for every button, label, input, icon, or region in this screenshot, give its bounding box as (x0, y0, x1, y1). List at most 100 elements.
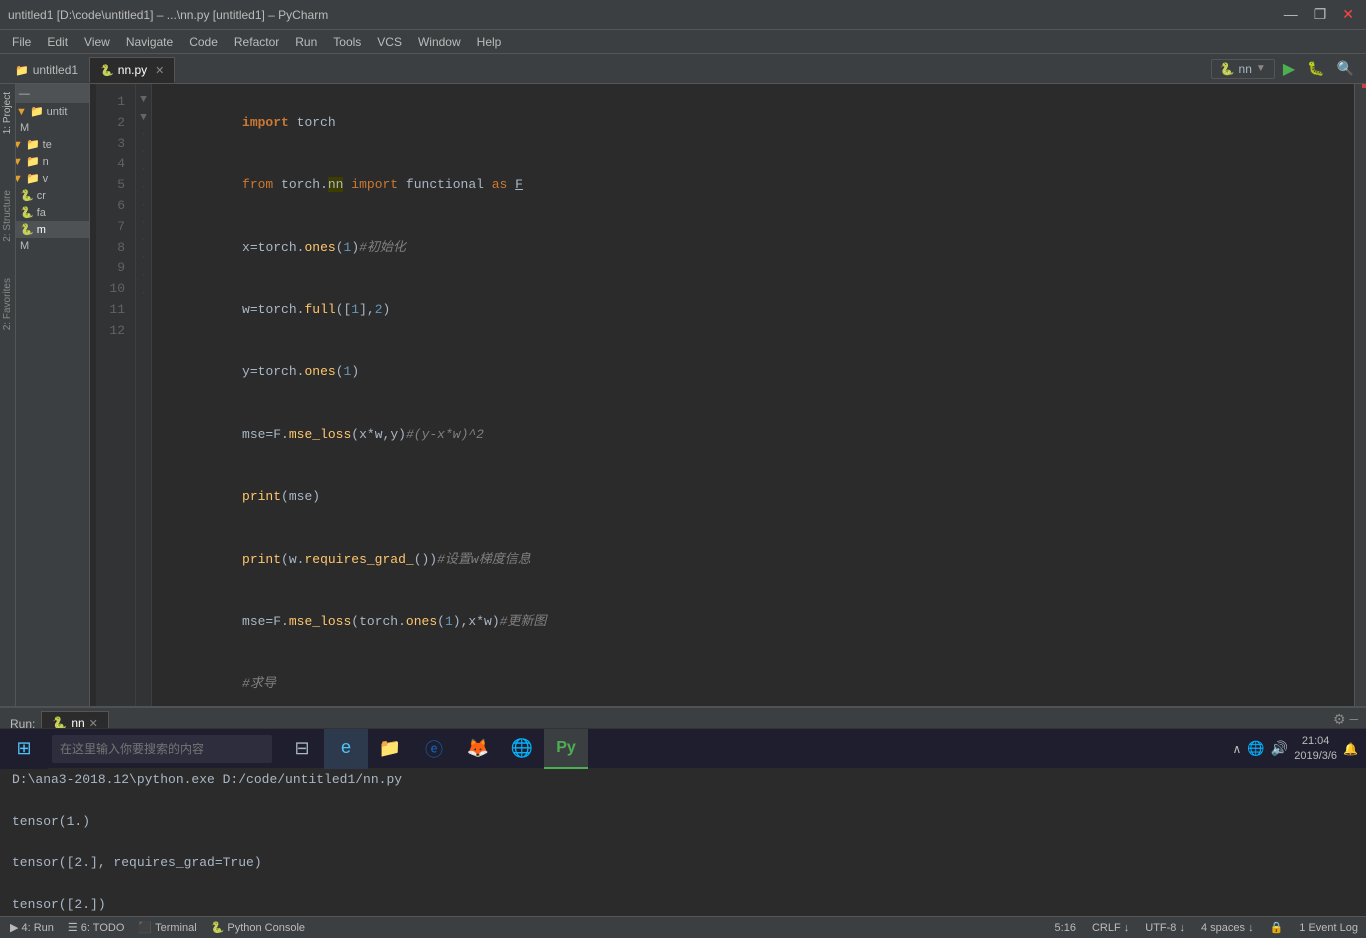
menu-view[interactable]: View (76, 33, 118, 51)
tab-project-label: untitled1 (33, 63, 78, 77)
menu-window[interactable]: Window (410, 33, 469, 51)
bottom-tab-python-console[interactable]: 🐍 Python Console (205, 917, 311, 938)
run-tab-label-bottom: 4: Run (21, 922, 53, 934)
taskbar-search[interactable] (52, 735, 272, 763)
tab-project[interactable]: 📁 untitled1 (4, 57, 89, 83)
line-numbers: 1 2 3 4 5 6 7 8 9 10 11 12 (96, 84, 136, 706)
error-indicator-top (1362, 84, 1366, 88)
menu-navigate[interactable]: Navigate (118, 33, 181, 51)
run-panel-close[interactable]: — (1350, 712, 1358, 729)
fn-ones-1: ones (304, 240, 335, 255)
num-2: 2 (375, 302, 383, 317)
tabbar: 📁 untitled1 🐍 nn.py ✕ 🐍 nn ▼ ▶ 🐛 🔍 (0, 54, 1366, 84)
terminal-tab-label: Terminal (155, 922, 197, 934)
fn-print-2: print (242, 552, 281, 567)
tray-expand-icon[interactable]: ∧ (1233, 742, 1242, 756)
left-panel-tabs: 1: Project 2: Structure 2: Favorites (0, 84, 16, 706)
structure-panel-tab[interactable]: 2: Structure (0, 182, 15, 250)
code-line-10[interactable]: #求导 (164, 654, 1354, 706)
fold-2[interactable]: ▼ (138, 110, 149, 128)
maximize-button[interactable]: ❐ (1310, 6, 1331, 23)
taskbar-clock[interactable]: 21:04 2019/3/6 (1294, 734, 1337, 763)
code-line-3[interactable]: x=torch.ones(1)#初始化 (164, 217, 1354, 279)
taskbar-icon-chrome[interactable]: 🌐 (500, 729, 544, 769)
taskbar-pinned-icons: ⊟ e 📁 ⓔ 🦊 🌐 Py (280, 729, 588, 769)
menu-edit[interactable]: Edit (39, 33, 76, 51)
menu-refactor[interactable]: Refactor (226, 33, 287, 51)
code-line-8[interactable]: print(w.requires_grad_())#设置w梯度信息 (164, 529, 1354, 591)
var-x: x (242, 240, 250, 255)
fn-mse-loss-1: mse_loss (289, 427, 351, 442)
var-y: y (242, 364, 250, 379)
code-line-5[interactable]: y=torch.ones(1) (164, 342, 1354, 404)
code-line-1[interactable]: import torch (164, 92, 1354, 154)
taskbar-icon-ie2[interactable]: 🦊 (456, 729, 500, 769)
taskbar-icon-pycharm[interactable]: Py (544, 729, 588, 769)
tray-notif-icon[interactable]: 🔔 (1343, 742, 1358, 756)
code-line-6[interactable]: mse=F.mse_loss(x*w,y)#(y-x*w)^2 (164, 404, 1354, 466)
run-button[interactable]: ▶ (1279, 57, 1299, 81)
run-config-label: nn (1239, 62, 1252, 76)
code-line-9[interactable]: mse=F.mse_loss(torch.ones(1),x*w)#更新图 (164, 591, 1354, 653)
keyword-as: as (492, 177, 508, 192)
bottom-tab-run[interactable]: ▶ 4: Run (4, 917, 60, 938)
project-panel-tab[interactable]: 1: Project (0, 84, 15, 142)
menu-vcs[interactable]: VCS (369, 33, 410, 51)
titlebar-controls: — ❐ ✕ (1280, 6, 1358, 23)
bottom-tab-todo[interactable]: ☰ 6: TODO (62, 917, 130, 938)
menu-run[interactable]: Run (287, 33, 325, 51)
var-mse2: mse (289, 489, 312, 504)
close-button[interactable]: ✕ (1338, 6, 1358, 23)
debug-button[interactable]: 🐛 (1303, 58, 1328, 79)
num-1b: 1 (351, 302, 359, 317)
status-lock: 🔒 (1266, 921, 1288, 934)
status-position[interactable]: 5:16 (1051, 922, 1080, 934)
keyword-from: from (242, 177, 273, 192)
status-indent[interactable]: 4 spaces ↓ (1197, 922, 1258, 934)
bottom-tab-terminal[interactable]: ⬛ Terminal (132, 917, 202, 938)
var-y2: y (390, 427, 398, 442)
sidebar-fold2-label: n (43, 156, 49, 168)
search-everywhere-button[interactable]: 🔍 (1333, 58, 1358, 79)
taskbar-icon-view[interactable]: ⊟ (280, 729, 324, 769)
taskbar-icon-edge[interactable]: e (324, 729, 368, 769)
statusbar-right: 5:16 CRLF ↓ UTF-8 ↓ 4 spaces ↓ 🔒 1 Event… (1051, 921, 1362, 934)
start-button[interactable]: ⊞ (0, 729, 48, 769)
windows-taskbar: ⊞ ⊟ e 📁 ⓔ 🦊 🌐 Py ∧ 🌐 🔊 21:04 2019/3/6 🔔 (0, 728, 1366, 768)
status-crlf[interactable]: CRLF ↓ (1088, 922, 1133, 934)
taskbar-time: 21:04 (1294, 734, 1337, 748)
taskbar-icon-ie[interactable]: ⓔ (412, 729, 456, 769)
code-line-2[interactable]: from torch.nn import functional as F (164, 154, 1354, 216)
menu-tools[interactable]: Tools (325, 33, 369, 51)
tray-network-icon[interactable]: 🌐 (1247, 740, 1264, 757)
run-output: D:\ana3-2018.12\python.exe D:/code/untit… (0, 764, 1366, 916)
editor-area: 1 2 3 4 5 6 7 8 9 10 11 12 ▼ ▼ · · · (96, 84, 1366, 706)
code-line-4[interactable]: w=torch.full([1],2) (164, 279, 1354, 341)
tab-close-icon[interactable]: ✕ (155, 64, 164, 77)
run-panel-settings[interactable]: ⚙ (1333, 712, 1346, 729)
status-encoding[interactable]: UTF-8 ↓ (1141, 922, 1189, 934)
var-F2: F (273, 427, 281, 442)
menu-file[interactable]: File (4, 33, 39, 51)
file-icon: M (20, 122, 29, 134)
line-num-1: 1 (100, 92, 131, 113)
favorites-panel-tab[interactable]: 2: Favorites (0, 270, 15, 338)
module-nn: nn (328, 177, 344, 192)
status-events[interactable]: 1 Event Log (1295, 922, 1362, 934)
line-num-6: 6 (100, 196, 131, 217)
tray-volume-icon[interactable]: 🔊 (1271, 740, 1288, 757)
menu-code[interactable]: Code (181, 33, 226, 51)
keyword-import2: import (351, 177, 398, 192)
menu-help[interactable]: Help (469, 33, 510, 51)
code-line-7[interactable]: print(mse) (164, 466, 1354, 528)
run-config-selector[interactable]: 🐍 nn ▼ (1211, 59, 1275, 79)
fold-1[interactable]: ▼ (138, 92, 149, 110)
tab-file[interactable]: 🐍 nn.py ✕ (89, 57, 175, 83)
code-lines[interactable]: import torch from torch.nn import functi… (152, 84, 1366, 706)
taskbar-icon-folder[interactable]: 📁 (368, 729, 412, 769)
code-content: 1 2 3 4 5 6 7 8 9 10 11 12 ▼ ▼ · · · (96, 84, 1366, 706)
minimize-button[interactable]: — (1280, 6, 1302, 23)
output-line-1: D:\ana3-2018.12\python.exe D:/code/untit… (12, 770, 1354, 791)
output-line-4: tensor([2.]) (12, 895, 1354, 916)
sidebar-cr-label: cr (37, 190, 46, 202)
